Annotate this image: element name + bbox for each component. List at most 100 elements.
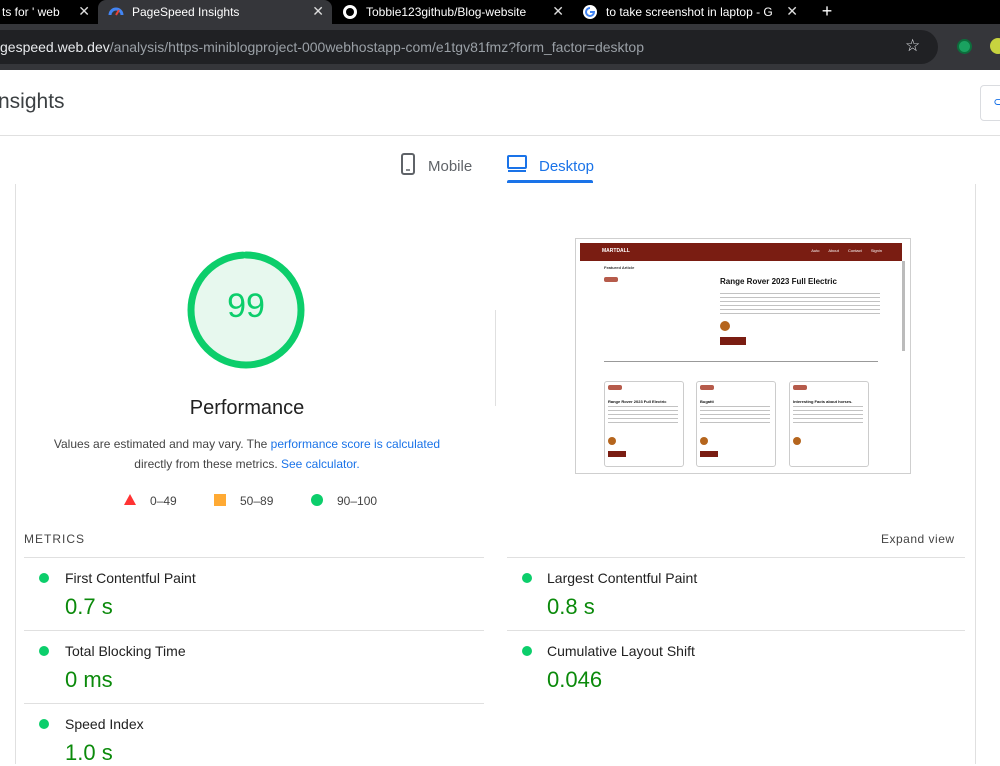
preview-featured-label: Featured Article [604, 265, 635, 270]
divider [507, 557, 965, 558]
new-tab-button[interactable]: + [817, 0, 837, 24]
preview-navbar: MARTDALL Auto About Contact Signin [580, 243, 902, 261]
red-triangle-icon [124, 494, 136, 508]
link-icon: ⊂ [993, 94, 1000, 109]
mobile-icon [400, 153, 416, 179]
preview-brand: MARTDALL [602, 248, 630, 254]
preview-card-title: Bugatti [700, 399, 714, 404]
active-tab-indicator [507, 180, 593, 183]
orange-square-icon [214, 493, 226, 509]
preview-avatar [720, 321, 730, 331]
browser-tab-1[interactable]: ts for ' web ✕ [0, 0, 98, 24]
metric-name-lcp: Largest Contentful Paint [547, 570, 698, 586]
legend-fail: 0–49 [124, 493, 177, 509]
green-circle-icon [39, 719, 49, 729]
performance-title: Performance [189, 397, 305, 419]
preview-card-title: Interesting Facts about horses. [793, 399, 853, 404]
metric-name-si: Speed Index [65, 716, 144, 732]
divider [24, 630, 484, 631]
green-circle-icon [39, 573, 49, 583]
tab-desktop-label: Desktop [539, 157, 595, 175]
see-calculator-link[interactable]: See calculator. [281, 457, 360, 471]
metrics-heading: METRICS [24, 532, 85, 546]
page-screenshot-preview: MARTDALL Auto About Contact Signin Featu… [575, 238, 911, 474]
browser-tab-github[interactable]: Tobbie123github/Blog-website ✕ [342, 0, 572, 24]
legend-range: 0–49 [150, 494, 177, 508]
browser-tab-pagespeed[interactable]: PageSpeed Insights ✕ [98, 0, 332, 24]
divider [24, 703, 484, 704]
metric-value-fcp: 0.7 s [65, 594, 113, 619]
preview-card-badge [700, 385, 714, 390]
tab-title: Tobbie123github/Blog-website [366, 5, 527, 19]
preview-card-button [608, 451, 626, 457]
preview-card-text [793, 406, 863, 426]
header-button[interactable]: ⊂ [980, 85, 1000, 121]
google-icon [582, 4, 598, 20]
preview-card-button [700, 451, 718, 457]
preview-read-more [720, 337, 746, 345]
url-text[interactable]: gespeed.web.dev/analysis/https-miniblogp… [0, 39, 644, 55]
metric-value-si: 1.0 s [65, 740, 113, 765]
bookmark-star-icon[interactable]: ☆ [905, 36, 920, 56]
metric-name-tbt: Total Blocking Time [65, 643, 186, 659]
desc-text: Values are estimated and may vary. The [53, 437, 271, 451]
green-circle-icon [311, 493, 323, 509]
green-circle-icon [522, 573, 532, 583]
preview-card-badge [608, 385, 622, 390]
tab-desktop[interactable]: Desktop [507, 148, 594, 184]
preview-badge [604, 277, 618, 282]
url-path: /analysis/https-miniblogproject-000webho… [109, 39, 644, 55]
preview-card: Interesting Facts about horses. [789, 381, 869, 467]
url-host: gespeed.web.dev [0, 39, 110, 55]
divider [507, 630, 965, 631]
tab-mobile-label: Mobile [428, 157, 473, 175]
app-header: nsights ⊂ [0, 70, 1000, 136]
preview-body-text [720, 293, 880, 315]
browser-tab-bar: ts for ' web ✕ PageSpeed Insights ✕ Tobb… [0, 0, 1000, 24]
preview-headline: Range Rover 2023 Full Electric [720, 277, 837, 286]
preview-card: Bugatti [696, 381, 776, 467]
preview-scrollbar [902, 261, 905, 351]
green-circle-icon [522, 646, 532, 656]
address-bar[interactable]: gespeed.web.dev/analysis/https-miniblogp… [0, 30, 938, 64]
preview-card-text [608, 406, 678, 426]
preview-card-avatar [793, 437, 801, 445]
preview-nav-links: Auto About Contact Signin [811, 248, 882, 253]
tab-title: ts for ' web [2, 5, 60, 19]
browser-toolbar: gespeed.web.dev/analysis/https-miniblogp… [0, 24, 1000, 70]
desktop-icon [507, 155, 527, 177]
metric-name-cls: Cumulative Layout Shift [547, 643, 695, 659]
close-icon[interactable]: ✕ [786, 3, 798, 20]
legend-range: 90–100 [337, 494, 378, 508]
preview-card-badge [793, 385, 807, 390]
metric-value-tbt: 0 ms [65, 667, 113, 692]
performance-score: 99 [227, 287, 265, 325]
preview-card-title: Range Rover 2023 Full Electric [608, 399, 667, 404]
extension-icon[interactable] [957, 39, 972, 54]
metric-value-lcp: 0.8 s [547, 594, 595, 619]
tab-title: PageSpeed Insights [132, 5, 240, 19]
preview-divider [604, 361, 878, 362]
metric-name-fcp: First Contentful Paint [65, 570, 196, 586]
profile-avatar[interactable] [990, 38, 1000, 54]
legend-range: 50–89 [240, 494, 274, 508]
green-circle-icon [39, 646, 49, 656]
close-icon[interactable]: ✕ [552, 3, 564, 20]
performance-score-link[interactable]: performance score is calculated [271, 437, 440, 451]
preview-card-text [700, 406, 770, 426]
performance-description: Values are estimated and may vary. The p… [40, 434, 454, 474]
close-icon[interactable]: ✕ [78, 3, 90, 20]
divider [24, 557, 484, 558]
browser-tab-google[interactable]: to take screenshot in laptop - G ✕ [582, 0, 806, 24]
pagespeed-icon [108, 4, 124, 20]
preview-card-avatar [608, 437, 616, 445]
legend-pass: 90–100 [311, 493, 377, 509]
tab-mobile[interactable]: Mobile [400, 148, 472, 184]
metric-value-cls: 0.046 [547, 667, 603, 692]
desc-text: directly from these metrics. [134, 457, 281, 471]
github-icon [342, 4, 358, 20]
close-icon[interactable]: ✕ [312, 3, 324, 20]
tab-title: to take screenshot in laptop - G [606, 5, 773, 19]
expand-view-button[interactable]: Expand view [881, 532, 955, 546]
preview-card: Range Rover 2023 Full Electric [604, 381, 684, 467]
